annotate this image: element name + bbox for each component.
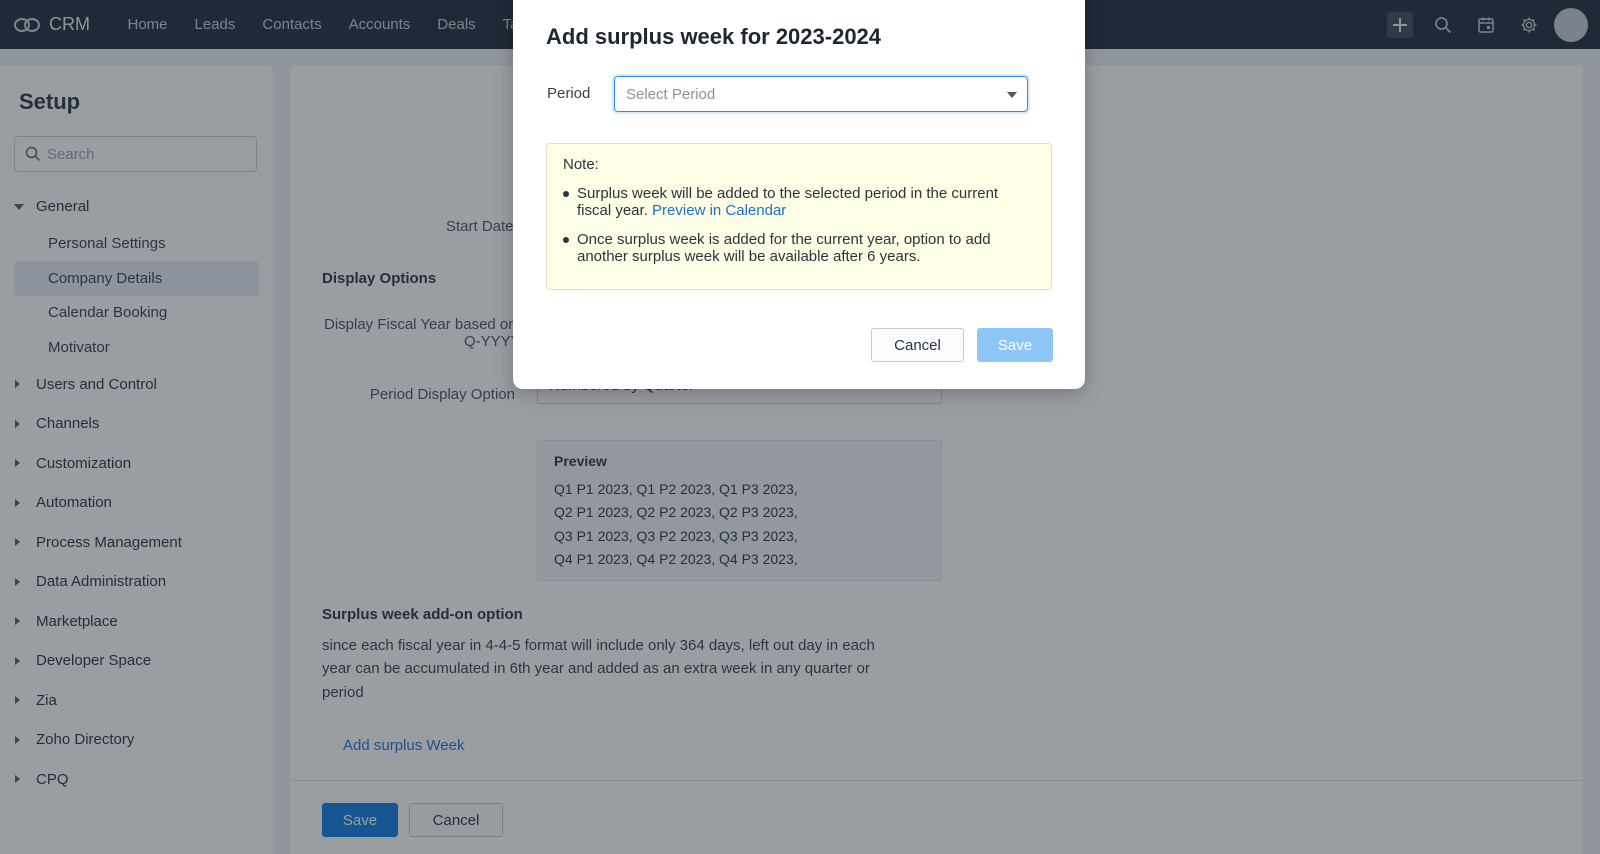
dialog-save-button[interactable]: Save — [977, 328, 1053, 362]
chevron-down-icon — [1007, 92, 1017, 98]
note-box: Note: Surplus week will be added to the … — [546, 143, 1052, 290]
note-item: Once surplus week is added for the curre… — [563, 231, 1035, 265]
preview-in-calendar-link[interactable]: Preview in Calendar — [652, 202, 786, 219]
period-select[interactable]: Select Period — [614, 76, 1028, 112]
period-label: Period — [547, 85, 591, 102]
note-text: Surplus week will be added to the select… — [577, 185, 999, 219]
dialog-cancel-button[interactable]: Cancel — [871, 328, 964, 362]
note-text: Once surplus week is added for the curre… — [577, 231, 991, 265]
note-list: Surplus week will be added to the select… — [563, 185, 1035, 265]
add-surplus-week-dialog: Add surplus week for 2023-2024 Period Se… — [513, 0, 1085, 389]
dialog-title: Add surplus week for 2023-2024 — [546, 24, 882, 49]
period-select-placeholder: Select Period — [626, 85, 716, 103]
note-item: Surplus week will be added to the select… — [563, 185, 1035, 219]
note-heading: Note: — [563, 156, 599, 173]
